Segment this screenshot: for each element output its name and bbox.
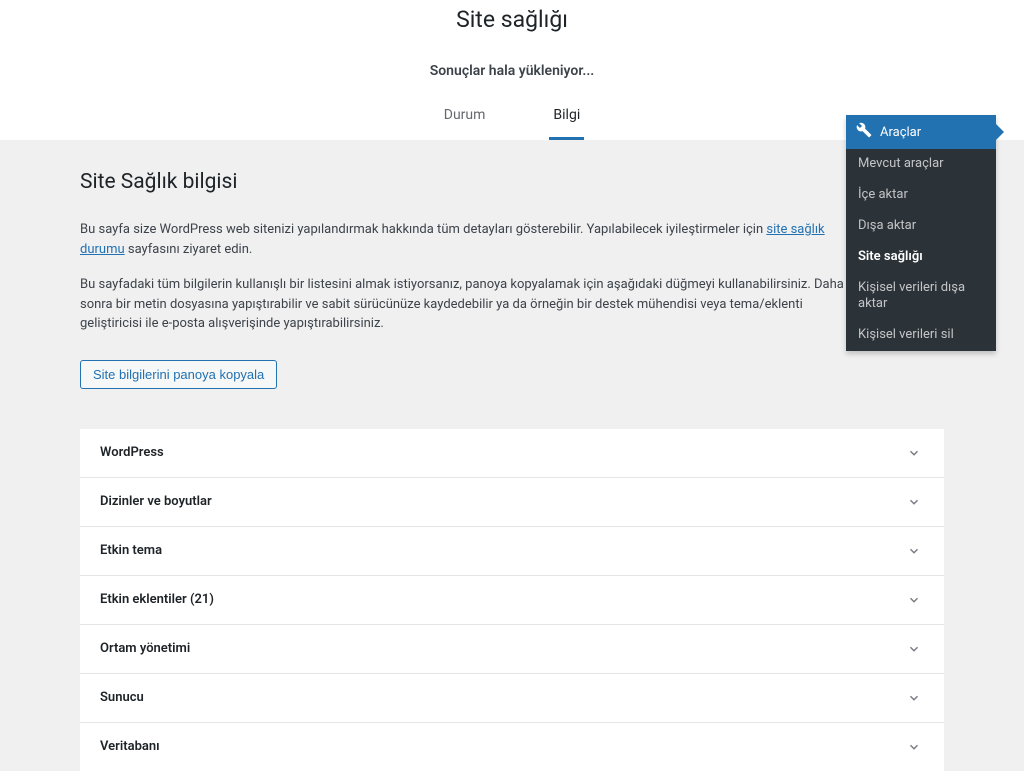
accordion-label: Etkin tema (100, 543, 162, 558)
accordion-label: Etkin eklentiler (21) (100, 592, 214, 607)
flyout-header-tools[interactable]: Araçlar (846, 115, 996, 149)
flyout-item-export[interactable]: Dışa aktar (846, 211, 996, 242)
chevron-down-icon (904, 443, 924, 463)
accordion-item-server[interactable]: Sunucu (80, 674, 944, 723)
accordion-label: Veritabanı (100, 739, 160, 754)
accordion-item-active-plugins[interactable]: Etkin eklentiler (21) (80, 576, 944, 625)
description-1: Bu sayfa size WordPress web sitenizi yap… (80, 220, 850, 259)
description-2: Bu sayfadaki tüm bilgilerin kullanışlı b… (80, 275, 850, 334)
loading-text: Sonuçlar hala yükleniyor... (0, 63, 1024, 79)
chevron-down-icon (904, 737, 924, 757)
chevron-down-icon (904, 492, 924, 512)
chevron-down-icon (904, 541, 924, 561)
flyout-item-import[interactable]: İçe aktar (846, 180, 996, 211)
page-title: Site sağlığı (0, 6, 1024, 33)
chevron-down-icon (904, 639, 924, 659)
accordion-label: Dizinler ve boyutlar (100, 494, 212, 509)
copy-site-info-button[interactable]: Site bilgilerini panoya kopyala (80, 360, 277, 389)
tab-durum[interactable]: Durum (440, 101, 490, 140)
description-1-pre: Bu sayfa size WordPress web sitenizi yap… (80, 222, 766, 237)
wrench-icon (856, 122, 872, 142)
accordion-item-media[interactable]: Ortam yönetimi (80, 625, 944, 674)
description-1-post: sayfasını ziyaret edin. (125, 242, 253, 257)
flyout-item-available-tools[interactable]: Mevcut araçlar (846, 149, 996, 180)
tools-flyout-menu: Araçlar Mevcut araçlar İçe aktar Dışa ak… (846, 115, 996, 351)
accordion-item-wordpress[interactable]: WordPress (80, 429, 944, 478)
accordion-label: Ortam yönetimi (100, 641, 190, 656)
accordion-label: Sunucu (100, 690, 144, 705)
accordion-item-directories[interactable]: Dizinler ve boyutlar (80, 478, 944, 527)
tab-bilgi[interactable]: Bilgi (549, 101, 584, 140)
flyout-item-export-personal[interactable]: Kişisel verileri dışa aktar (846, 273, 996, 321)
flyout-item-erase-personal[interactable]: Kişisel verileri sil (846, 320, 996, 351)
section-title: Site Sağlık bilgisi (80, 170, 944, 194)
flyout-item-site-health[interactable]: Site sağlığı (846, 242, 996, 273)
flyout-header-label: Araçlar (880, 125, 921, 140)
accordion: WordPress Dizinler ve boyutlar Etkin tem… (80, 429, 944, 771)
accordion-label: WordPress (100, 445, 164, 460)
accordion-item-active-theme[interactable]: Etkin tema (80, 527, 944, 576)
chevron-down-icon (904, 688, 924, 708)
chevron-down-icon (904, 590, 924, 610)
